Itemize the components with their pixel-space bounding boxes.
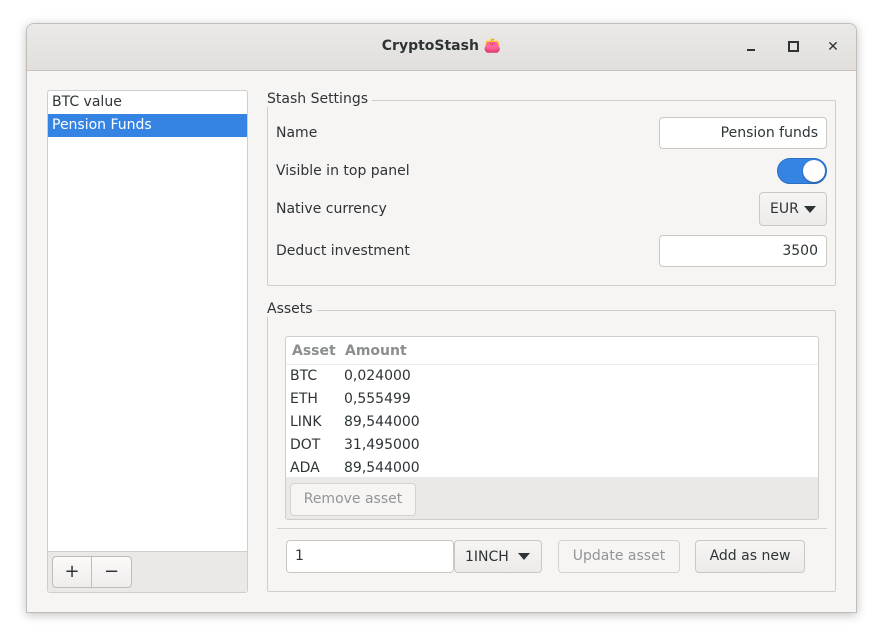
stash-list: BTC value Pension Funds + −	[47, 90, 248, 593]
app-window: CryptoStash 👛 ✕ BTC value Pension Funds …	[26, 23, 857, 613]
asset-cell[interactable]: ADA	[290, 460, 320, 476]
add-stash-button[interactable]: +	[52, 556, 92, 588]
amount-cell[interactable]: 89,544000	[344, 460, 420, 476]
currency-select[interactable]: EUR	[759, 192, 827, 226]
stash-item-label: BTC value	[52, 94, 122, 110]
minus-icon: −	[103, 561, 120, 582]
currency-label: Native currency	[276, 201, 387, 217]
deduct-investment-field[interactable]: 3500	[659, 235, 827, 267]
asset-cell[interactable]: LINK	[290, 414, 322, 430]
visible-toggle[interactable]	[777, 158, 827, 184]
assets-title: Assets	[267, 301, 317, 317]
remove-asset-button[interactable]: Remove asset	[290, 483, 416, 516]
chevron-down-icon	[518, 553, 530, 560]
amount-cell[interactable]: 0,555499	[344, 391, 411, 407]
close-icon: ✕	[827, 39, 839, 55]
minimize-icon	[747, 48, 755, 51]
header-divider	[286, 364, 818, 365]
amount-cell[interactable]: 89,544000	[344, 414, 420, 430]
chevron-down-icon	[804, 206, 816, 213]
asset-select-value: 1INCH	[465, 549, 509, 565]
stash-item-label: Pension Funds	[52, 117, 152, 133]
currency-value: EUR	[770, 201, 799, 217]
amount-cell[interactable]: 0,024000	[344, 368, 411, 384]
deduct-label: Deduct investment	[276, 243, 410, 259]
close-button[interactable]: ✕	[822, 36, 844, 58]
name-field[interactable]: Pension funds	[659, 117, 827, 149]
minimize-button[interactable]	[740, 36, 762, 58]
title-bar[interactable]: CryptoStash 👛 ✕	[27, 24, 856, 71]
stash-item-btc-value[interactable]: BTC value	[48, 91, 247, 114]
add-as-new-button[interactable]: Add as new	[695, 540, 805, 573]
visible-label: Visible in top panel	[276, 163, 410, 179]
column-header-amount[interactable]: Amount	[345, 343, 407, 359]
asset-cell[interactable]: DOT	[290, 437, 320, 453]
assets-table: Asset Amount BTC 0,024000 ETH 0,555499 L…	[285, 336, 819, 520]
window-title: CryptoStash 👛	[381, 38, 502, 54]
plus-icon: +	[64, 561, 80, 582]
assets-divider	[277, 528, 827, 529]
remove-stash-button[interactable]: −	[92, 556, 132, 588]
update-asset-button[interactable]: Update asset	[558, 540, 680, 573]
asset-cell[interactable]: BTC	[290, 368, 317, 384]
amount-cell[interactable]: 31,495000	[344, 437, 420, 453]
column-header-asset[interactable]: Asset	[292, 343, 336, 359]
asset-cell[interactable]: ETH	[290, 391, 318, 407]
amount-input[interactable]: 1	[286, 540, 454, 573]
maximize-button[interactable]	[782, 36, 804, 58]
stash-settings-title: Stash Settings	[267, 91, 372, 107]
name-label: Name	[276, 125, 318, 141]
stash-item-pension-funds[interactable]: Pension Funds	[48, 114, 247, 137]
maximize-icon	[787, 41, 799, 52]
asset-select[interactable]: 1INCH	[454, 540, 542, 573]
toggle-knob	[803, 160, 825, 182]
stash-list-toolbar: + −	[48, 551, 247, 592]
